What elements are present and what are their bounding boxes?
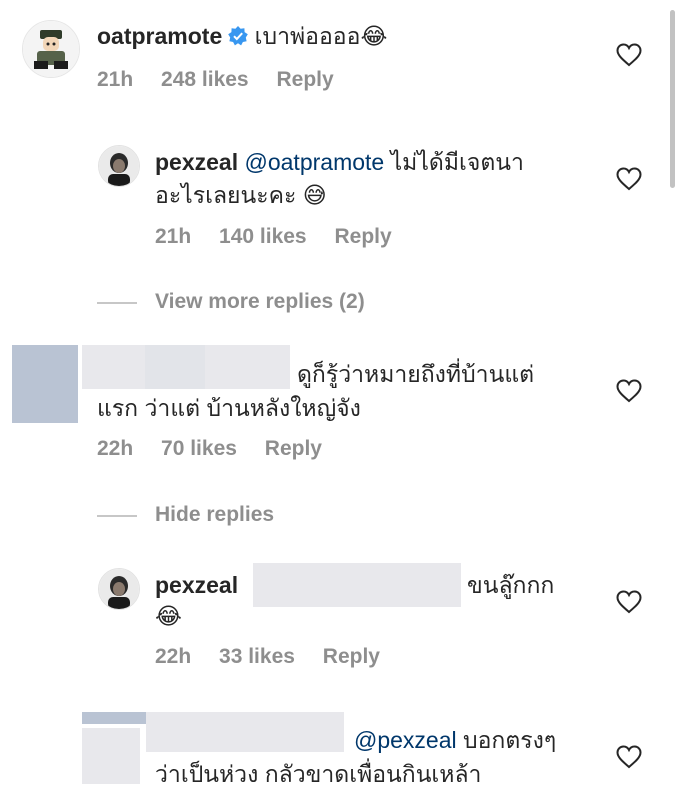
comment-5-line1: @pexzeal บอกตรงๆ <box>354 724 556 757</box>
laughing-emoji-icon: 😂 <box>155 603 182 629</box>
comment-2-username[interactable]: pexzeal <box>155 149 238 175</box>
thread-line <box>97 515 137 517</box>
avatar-pexzeal[interactable] <box>98 145 140 187</box>
heart-icon[interactable] <box>616 43 642 67</box>
verified-badge-icon <box>228 22 249 46</box>
comment-5-line2: ว่าเป็นห่วง กลัวขาดเพื่อนกินเหล้า <box>155 761 482 787</box>
comment-1-username[interactable]: oatpramote <box>97 23 222 49</box>
scrollbar-thumb[interactable] <box>670 10 675 188</box>
comment-3-line1: ดูก็รู้ว่าหมายถึงที่บ้านแต่ <box>297 361 535 387</box>
sweat-smile-emoji-icon: 😅 <box>302 182 327 208</box>
blurred-avatar-lower <box>82 728 140 784</box>
comment-4-meta: 22h 33 likes Reply <box>155 645 380 669</box>
thread-line <box>97 302 137 304</box>
blurred-username-block <box>145 345 205 389</box>
comment-3-line2: แรก ว่าแต่ บ้านหลังใหญ่จัง <box>97 395 361 421</box>
blurred-mention <box>253 563 461 607</box>
comment-2-reply-button[interactable]: Reply <box>334 225 391 249</box>
comment-3-time[interactable]: 22h <box>97 437 133 461</box>
view-more-replies-button[interactable]: View more replies (2) <box>155 290 365 314</box>
comment-4-time[interactable]: 22h <box>155 645 191 669</box>
comment-3-reply-button[interactable]: Reply <box>265 437 322 461</box>
comment-2-line2: อะไรเลยนะคะ 😅 <box>155 179 327 212</box>
comment-5-mention[interactable]: @pexzeal <box>354 727 457 753</box>
heart-icon[interactable] <box>616 745 642 769</box>
comment-5-text-line1: บอกตรงๆ <box>463 727 557 753</box>
comment-3-meta: 22h 70 likes Reply <box>97 437 322 461</box>
comment-4-text: ขนลู๊กกก <box>467 572 555 598</box>
avatar-pexzeal[interactable] <box>98 568 140 610</box>
comment-2-line1: pexzeal @oatpramote ไม่ได้มีเจตนา <box>155 146 524 179</box>
comment-1-time[interactable]: 21h <box>97 68 133 92</box>
blurred-username <box>146 712 344 752</box>
comment-2-meta: 21h 140 likes Reply <box>155 225 392 249</box>
heart-icon[interactable] <box>616 167 642 191</box>
comment-2-text-line2: อะไรเลยนะคะ <box>155 182 297 208</box>
comment-4-reply-button[interactable]: Reply <box>323 645 380 669</box>
comment-2-likes[interactable]: 140 likes <box>219 225 307 249</box>
comment-4-likes[interactable]: 33 likes <box>219 645 295 669</box>
comment-2-time[interactable]: 21h <box>155 225 191 249</box>
comment-2-mention[interactable]: @oatpramote <box>245 149 385 175</box>
heart-icon[interactable] <box>616 590 642 614</box>
blurred-avatar <box>82 712 146 724</box>
heart-icon[interactable] <box>616 379 642 403</box>
comment-4-username[interactable]: pexzeal <box>155 572 238 598</box>
comment-1-likes[interactable]: 248 likes <box>161 68 249 92</box>
comment-2-text-line1: ไม่ได้มีเจตนา <box>390 149 524 175</box>
comment-1-meta: 21h 248 likes Reply <box>97 68 334 92</box>
comment-1-reply-button[interactable]: Reply <box>276 68 333 92</box>
comment-1-body: oatpramote เบาพ่ออออ😂 <box>97 20 387 53</box>
blurred-avatar <box>12 345 78 423</box>
comment-1-text: เบาพ่ออออ <box>254 23 361 49</box>
hide-replies-button[interactable]: Hide replies <box>155 503 274 527</box>
laughing-emoji-icon: 😂 <box>360 23 388 49</box>
avatar-oatpramote[interactable] <box>22 20 80 78</box>
comment-3-likes[interactable]: 70 likes <box>161 437 237 461</box>
comment-4-username-line: pexzeal <box>155 569 238 602</box>
